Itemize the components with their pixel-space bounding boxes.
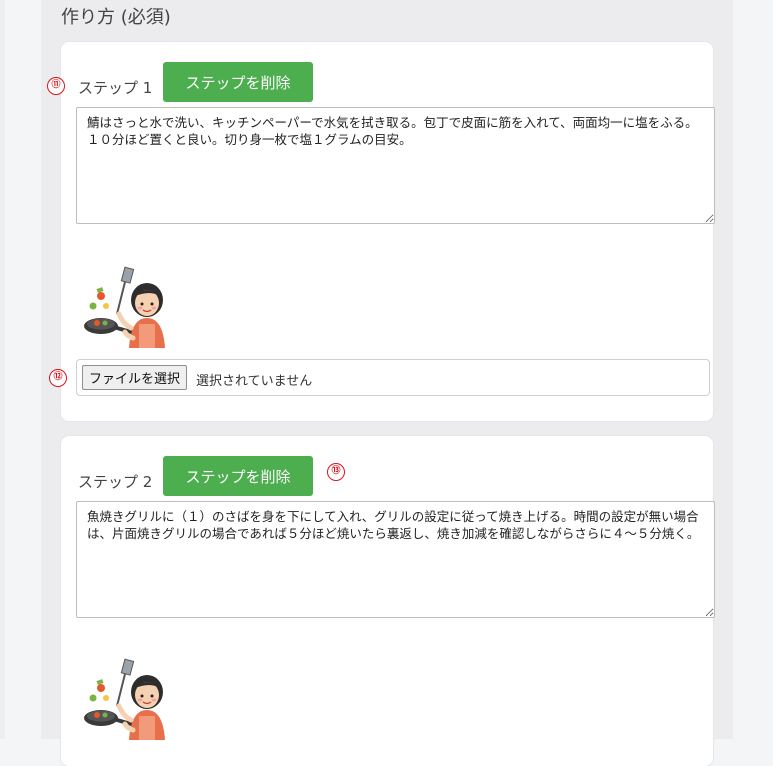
cooking-woman-illustration	[84, 658, 165, 740]
step-card-2: ステップ 2 ステップを削除 魚焼きグリルに（１）のさばを身を下にして入れ、グリ…	[61, 436, 715, 766]
step-1-textarea[interactable]: 鯖はさっと水で洗い、キッチンペーパーで水気を拭き取る。包丁で皮面に筋を入れて、両…	[76, 107, 715, 224]
file-input-row: ファイルを選択 選択されていません	[76, 359, 710, 396]
section-title: 作り方 (必須)	[61, 7, 171, 28]
annotation-marker-13: ⑬	[327, 463, 345, 481]
cooking-woman-illustration	[84, 266, 165, 348]
step-label-1: ステップ 1	[78, 79, 153, 97]
delete-step-1-button[interactable]: ステップを削除	[163, 62, 313, 102]
page-edge	[0, 0, 5, 739]
step-card-1: ステップ 1 ステップを削除 鯖はさっと水で洗い、キッチンペーパーで水気を拭き取…	[61, 42, 715, 421]
annotation-marker-12: ⑫	[49, 369, 67, 387]
step-2-textarea[interactable]: 魚焼きグリルに（１）のさばを身を下にして入れ、グリルの設定に従って焼き上げる。時…	[76, 501, 715, 618]
annotation-marker-11: ⑪	[47, 77, 65, 95]
file-status-text: 選択されていません	[196, 374, 313, 389]
step-label-2: ステップ 2	[78, 473, 153, 491]
choose-file-button[interactable]: ファイルを選択	[82, 365, 188, 390]
delete-step-2-button[interactable]: ステップを削除	[163, 456, 313, 496]
